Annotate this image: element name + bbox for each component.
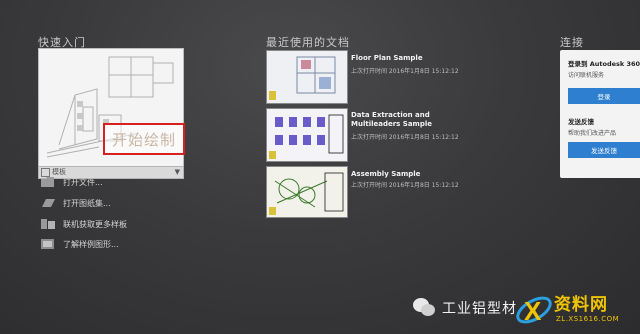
open-file-link[interactable]: 打开文件... [40,174,103,190]
connect-title: 连接 [560,36,584,49]
doc-title-floor-plan[interactable]: Floor Plan Sample [351,54,423,63]
watermark-url: ZL.XS1616.COM [556,315,620,323]
open-file-label: 打开文件... [63,177,103,187]
open-sheet-set-label: 打开图纸集... [63,198,111,208]
login-heading: 登录到 Autodesk 360 [568,60,640,68]
folder-icon [40,176,56,188]
sheet-set-icon [40,197,56,209]
get-templates-label: 联机获取更多样板 [63,219,127,229]
doc-title-data-extraction[interactable]: Data Extraction and Multileaders Sample [351,111,481,129]
doc-title-assembly[interactable]: Assembly Sample [351,170,420,179]
login-subtext: 访问联机服务 [568,72,605,79]
start-drawing-card[interactable]: 开始绘制 [38,48,185,168]
feedback-subtext: 帮助我们改进产品 [568,130,617,137]
get-templates-link[interactable]: 联机获取更多样板 [40,216,127,232]
sample-drawings-link[interactable]: 了解样例图形... [40,236,119,252]
recent-docs-title: 最近使用的文档 [266,36,350,49]
sample-drawings-label: 了解样例图形... [63,239,119,249]
watermark-brand: 资料网 [554,295,608,315]
watermark-text: 工业铝型材 [442,301,517,317]
login-button[interactable]: 登录 [568,88,640,104]
wechat-icon [413,298,435,316]
doc-meta-data-extraction: 上次打开时间 2016年1月8日 15:12:12 [351,134,459,141]
logo-icon: X [516,296,552,326]
feedback-heading: 发送反馈 [568,118,594,126]
doc-thumbnail-data-extraction[interactable] [266,108,348,162]
open-sheet-set-link[interactable]: 打开图纸集... [40,195,111,211]
start-drawing-label[interactable]: 开始绘制 [103,123,185,155]
sample-drawings-icon [40,238,56,250]
svg-text:X: X [524,296,542,326]
feedback-button[interactable]: 发送反馈 [568,142,640,158]
doc-thumbnail-floor-plan[interactable] [266,50,348,104]
doc-thumbnail-assembly[interactable] [266,166,348,218]
doc-meta-floor-plan: 上次打开时间 2016年1月8日 15:12:12 [351,68,459,75]
doc-meta-assembly: 上次打开时间 2016年1月8日 15:12:12 [351,182,459,189]
templates-icon [40,218,56,230]
chevron-down-icon: ▼ [174,168,180,176]
